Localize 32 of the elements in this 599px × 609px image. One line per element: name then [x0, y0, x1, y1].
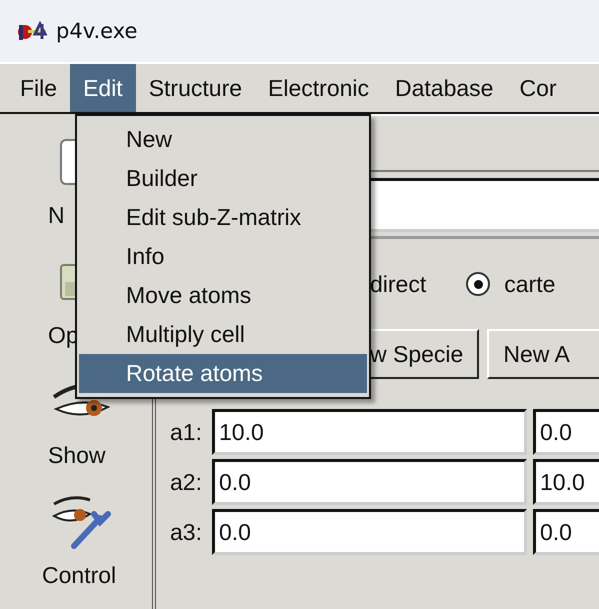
app-logo-icon	[16, 21, 48, 41]
window-title: p4v.exe	[56, 19, 138, 43]
menu-item[interactable]: Multiply cell	[79, 315, 367, 354]
input-field[interactable]: 0.0	[533, 409, 599, 455]
menu-item[interactable]: New	[79, 120, 367, 159]
menu-item[interactable]: Structure	[136, 64, 256, 112]
menu-item[interactable]: File	[7, 64, 70, 112]
sidebar-label[interactable]: N	[48, 202, 65, 229]
menu-item[interactable]: Edit	[70, 64, 136, 112]
menu-item[interactable]: Database	[382, 64, 506, 112]
input-field[interactable]: 0.0	[212, 509, 527, 555]
menu-item[interactable]: Electronic	[255, 64, 382, 112]
menu-item[interactable]: Cor	[506, 64, 570, 112]
input-field[interactable]: 10.0	[533, 459, 599, 505]
menu-item[interactable]: Builder	[79, 159, 367, 198]
action-button[interactable]: New A	[487, 329, 599, 379]
input-field[interactable]: 10.0	[212, 409, 527, 455]
menu-item[interactable]: Info	[79, 237, 367, 276]
menu-item[interactable]: Rotate atoms	[79, 354, 367, 393]
menu-item[interactable]: Edit sub-Z-matrix	[79, 198, 367, 237]
vector-label: a1:	[170, 418, 203, 446]
sidebar-label[interactable]: Control	[42, 562, 116, 589]
input-field[interactable]: 0.0	[212, 459, 527, 505]
input-field[interactable]: 0.0	[533, 509, 599, 555]
radio-label: carte	[504, 270, 556, 298]
radio-label: direct	[370, 270, 426, 298]
radio-button[interactable]	[466, 272, 490, 296]
sidebar-label[interactable]: Show	[48, 442, 106, 469]
vector-label: a2:	[170, 468, 203, 496]
menu-item[interactable]: Move atoms	[79, 276, 367, 315]
eye-wrench-icon[interactable]	[50, 494, 114, 550]
vector-label: a3:	[170, 518, 203, 546]
